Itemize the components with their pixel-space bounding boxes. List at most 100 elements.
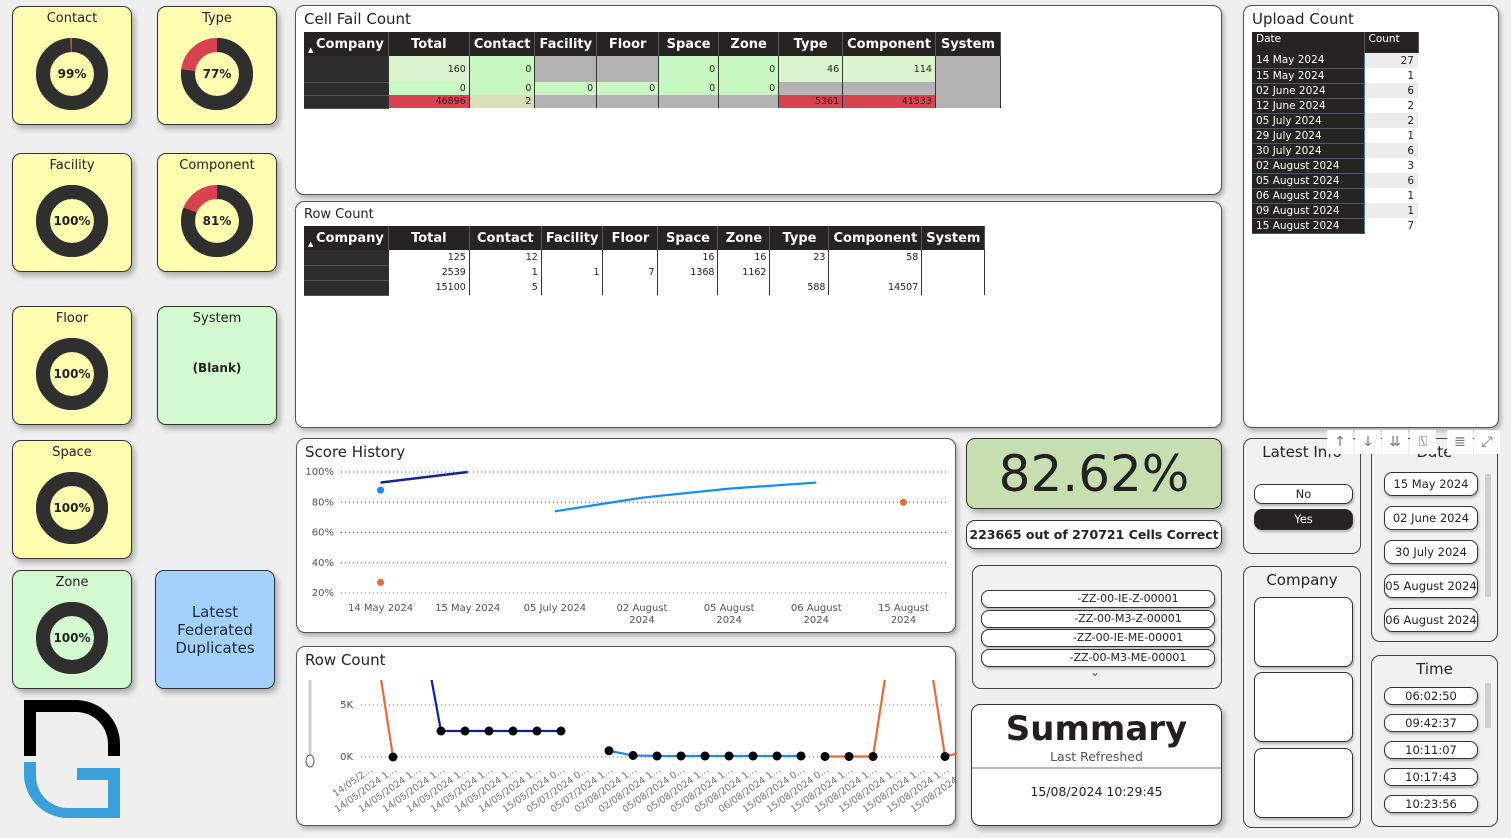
sort-ascending-icon[interactable]: ▲	[308, 46, 313, 54]
double-arrow-down-icon[interactable]: ⇊	[1382, 430, 1408, 454]
file-list-item[interactable]: -ZZ-00-IE-Z-00001	[981, 590, 1215, 608]
y-tick-label: 5K	[340, 700, 353, 711]
button-line: Latest	[191, 602, 239, 621]
table-cell	[658, 95, 720, 108]
count-cell: 1	[1364, 203, 1418, 218]
time-option[interactable]: 10:23:56	[1384, 795, 1478, 813]
data-point	[676, 751, 686, 761]
time-option[interactable]: 06:02:50	[1384, 687, 1478, 705]
cells-correct-text: 223665 out of 270721 Cells Correct	[969, 527, 1219, 542]
arrow-up-icon[interactable]: ↑	[1327, 430, 1353, 454]
panel-title: Row Count	[304, 207, 374, 222]
table-row: 02 August 2024 3	[1252, 158, 1418, 174]
date-option[interactable]: 02 June 2024	[1384, 506, 1478, 530]
column-header-type[interactable]: Type	[769, 226, 830, 250]
date-cell: 14 May 2024	[1252, 53, 1365, 69]
column-header-contact[interactable]: Contact	[469, 32, 536, 56]
chevron-down-icon[interactable]: ⌄	[1090, 665, 1100, 679]
latest-info-option-no[interactable]: No	[1254, 484, 1353, 504]
focus-mode-icon[interactable]: ⤢	[1474, 430, 1500, 454]
column-header-space[interactable]: Space	[658, 32, 720, 56]
count-cell: 3	[1407, 159, 1414, 172]
date-cell: 30 July 2024	[1252, 143, 1365, 159]
column-header-date[interactable]: Date	[1252, 32, 1365, 53]
table-cell	[935, 95, 1001, 108]
table-row: 09 August 2024 1	[1252, 203, 1418, 219]
latest-info-slicer: Latest Info No Yes	[1243, 438, 1361, 554]
zoom-slider-handle[interactable]	[305, 754, 315, 768]
column-header-floor[interactable]: Floor	[596, 32, 660, 56]
sort-ascending-icon[interactable]: ▲	[308, 240, 313, 248]
file-list-item[interactable]: -ZZ-00-M3-ME-00001	[981, 648, 1215, 667]
column-header-system[interactable]: System	[935, 32, 1001, 56]
column-header-facility[interactable]: Facility	[534, 32, 598, 56]
column-header-label: System	[926, 230, 981, 246]
time-option[interactable]: 09:42:37	[1384, 714, 1478, 732]
column-header-company[interactable]: ▲ Company	[304, 32, 389, 56]
column-header-label: Space	[666, 230, 710, 246]
date-slicer-scrollbar[interactable]	[1485, 474, 1491, 597]
date-option[interactable]: 15 May 2024	[1384, 472, 1478, 496]
donut-value: 100%	[53, 631, 90, 645]
slicer-title: Company	[1266, 571, 1338, 589]
table-cell: 2	[469, 95, 536, 108]
column-header-system[interactable]: System	[921, 226, 986, 250]
latest-info-option-yes[interactable]: Yes	[1254, 509, 1353, 530]
divider	[972, 767, 1221, 769]
column-header-type[interactable]: Type	[778, 32, 844, 56]
row-header-cell	[304, 265, 389, 281]
row-header-cell	[304, 95, 389, 109]
date-option[interactable]: 30 July 2024	[1384, 540, 1478, 564]
column-header-zone[interactable]: Zone	[717, 226, 771, 250]
data-point	[484, 726, 494, 736]
panel-title: Cell Fail Count	[304, 10, 411, 28]
expand-hierarchy-icon[interactable]: ⍂	[1410, 430, 1436, 454]
column-header-total[interactable]: Total	[388, 32, 470, 56]
series-line-navy	[430, 680, 561, 733]
date-option[interactable]: 06 August 2024	[1384, 608, 1478, 632]
date-cell: 05 July 2024	[1252, 113, 1365, 129]
data-point	[436, 726, 446, 736]
company-option[interactable]	[1254, 672, 1353, 742]
time-slicer-scrollbar[interactable]	[1485, 683, 1491, 728]
column-header-contact[interactable]: Contact	[469, 226, 542, 250]
file-list-item[interactable]: -ZZ-00-M3-Z-00001	[981, 609, 1215, 628]
column-header-space[interactable]: Space	[657, 226, 719, 250]
slicer-title: Time	[1416, 660, 1453, 678]
arrow-down-icon[interactable]: ↓	[1355, 430, 1381, 454]
company-option[interactable]	[1254, 748, 1353, 818]
column-header-count[interactable]: Count	[1364, 32, 1419, 53]
column-header-zone[interactable]: Zone	[718, 32, 780, 56]
file-list-item[interactable]: -ZZ-00-IE-ME-00001	[981, 629, 1215, 647]
count-cell: 6	[1364, 173, 1418, 188]
table-cell: 0	[596, 82, 660, 95]
table-cell	[541, 250, 604, 265]
column-header-component[interactable]: Component	[842, 32, 936, 56]
donut-chart: 77%	[181, 38, 253, 110]
table-cell: 7	[602, 265, 659, 280]
donut-value: 100%	[53, 367, 90, 381]
date-cell: 02 August 2024	[1252, 158, 1365, 174]
column-header-facility[interactable]: Facility	[541, 226, 604, 250]
logo-top-d	[24, 700, 120, 756]
company-option[interactable]	[1254, 597, 1353, 667]
table-cell: 0	[658, 56, 720, 82]
kpi-card-type: Type 77%	[157, 6, 277, 125]
table-cell: 0	[718, 56, 780, 82]
time-option[interactable]: 10:17:43	[1384, 768, 1478, 786]
date-option[interactable]: 05 August 2024	[1384, 574, 1478, 598]
table-cell: 46	[778, 56, 844, 82]
filter-icon[interactable]: ≣	[1447, 430, 1473, 454]
time-option[interactable]: 10:11:07	[1384, 741, 1478, 759]
data-point	[940, 751, 950, 761]
logo-bottom-g	[24, 762, 120, 818]
column-header-component[interactable]: Component	[828, 226, 923, 250]
date-cell: 29 July 2024	[1252, 128, 1365, 144]
column-header-label: Space	[666, 36, 711, 52]
column-header-company[interactable]: ▲ Company	[304, 226, 389, 250]
column-header-floor[interactable]: Floor	[602, 226, 659, 250]
column-header-total[interactable]: Total	[388, 226, 470, 250]
latest-federated-duplicates-button[interactable]: Latest Federated Duplicates	[155, 570, 275, 689]
series-line-navy	[380, 470, 468, 484]
column-header-label: Total	[411, 230, 447, 246]
